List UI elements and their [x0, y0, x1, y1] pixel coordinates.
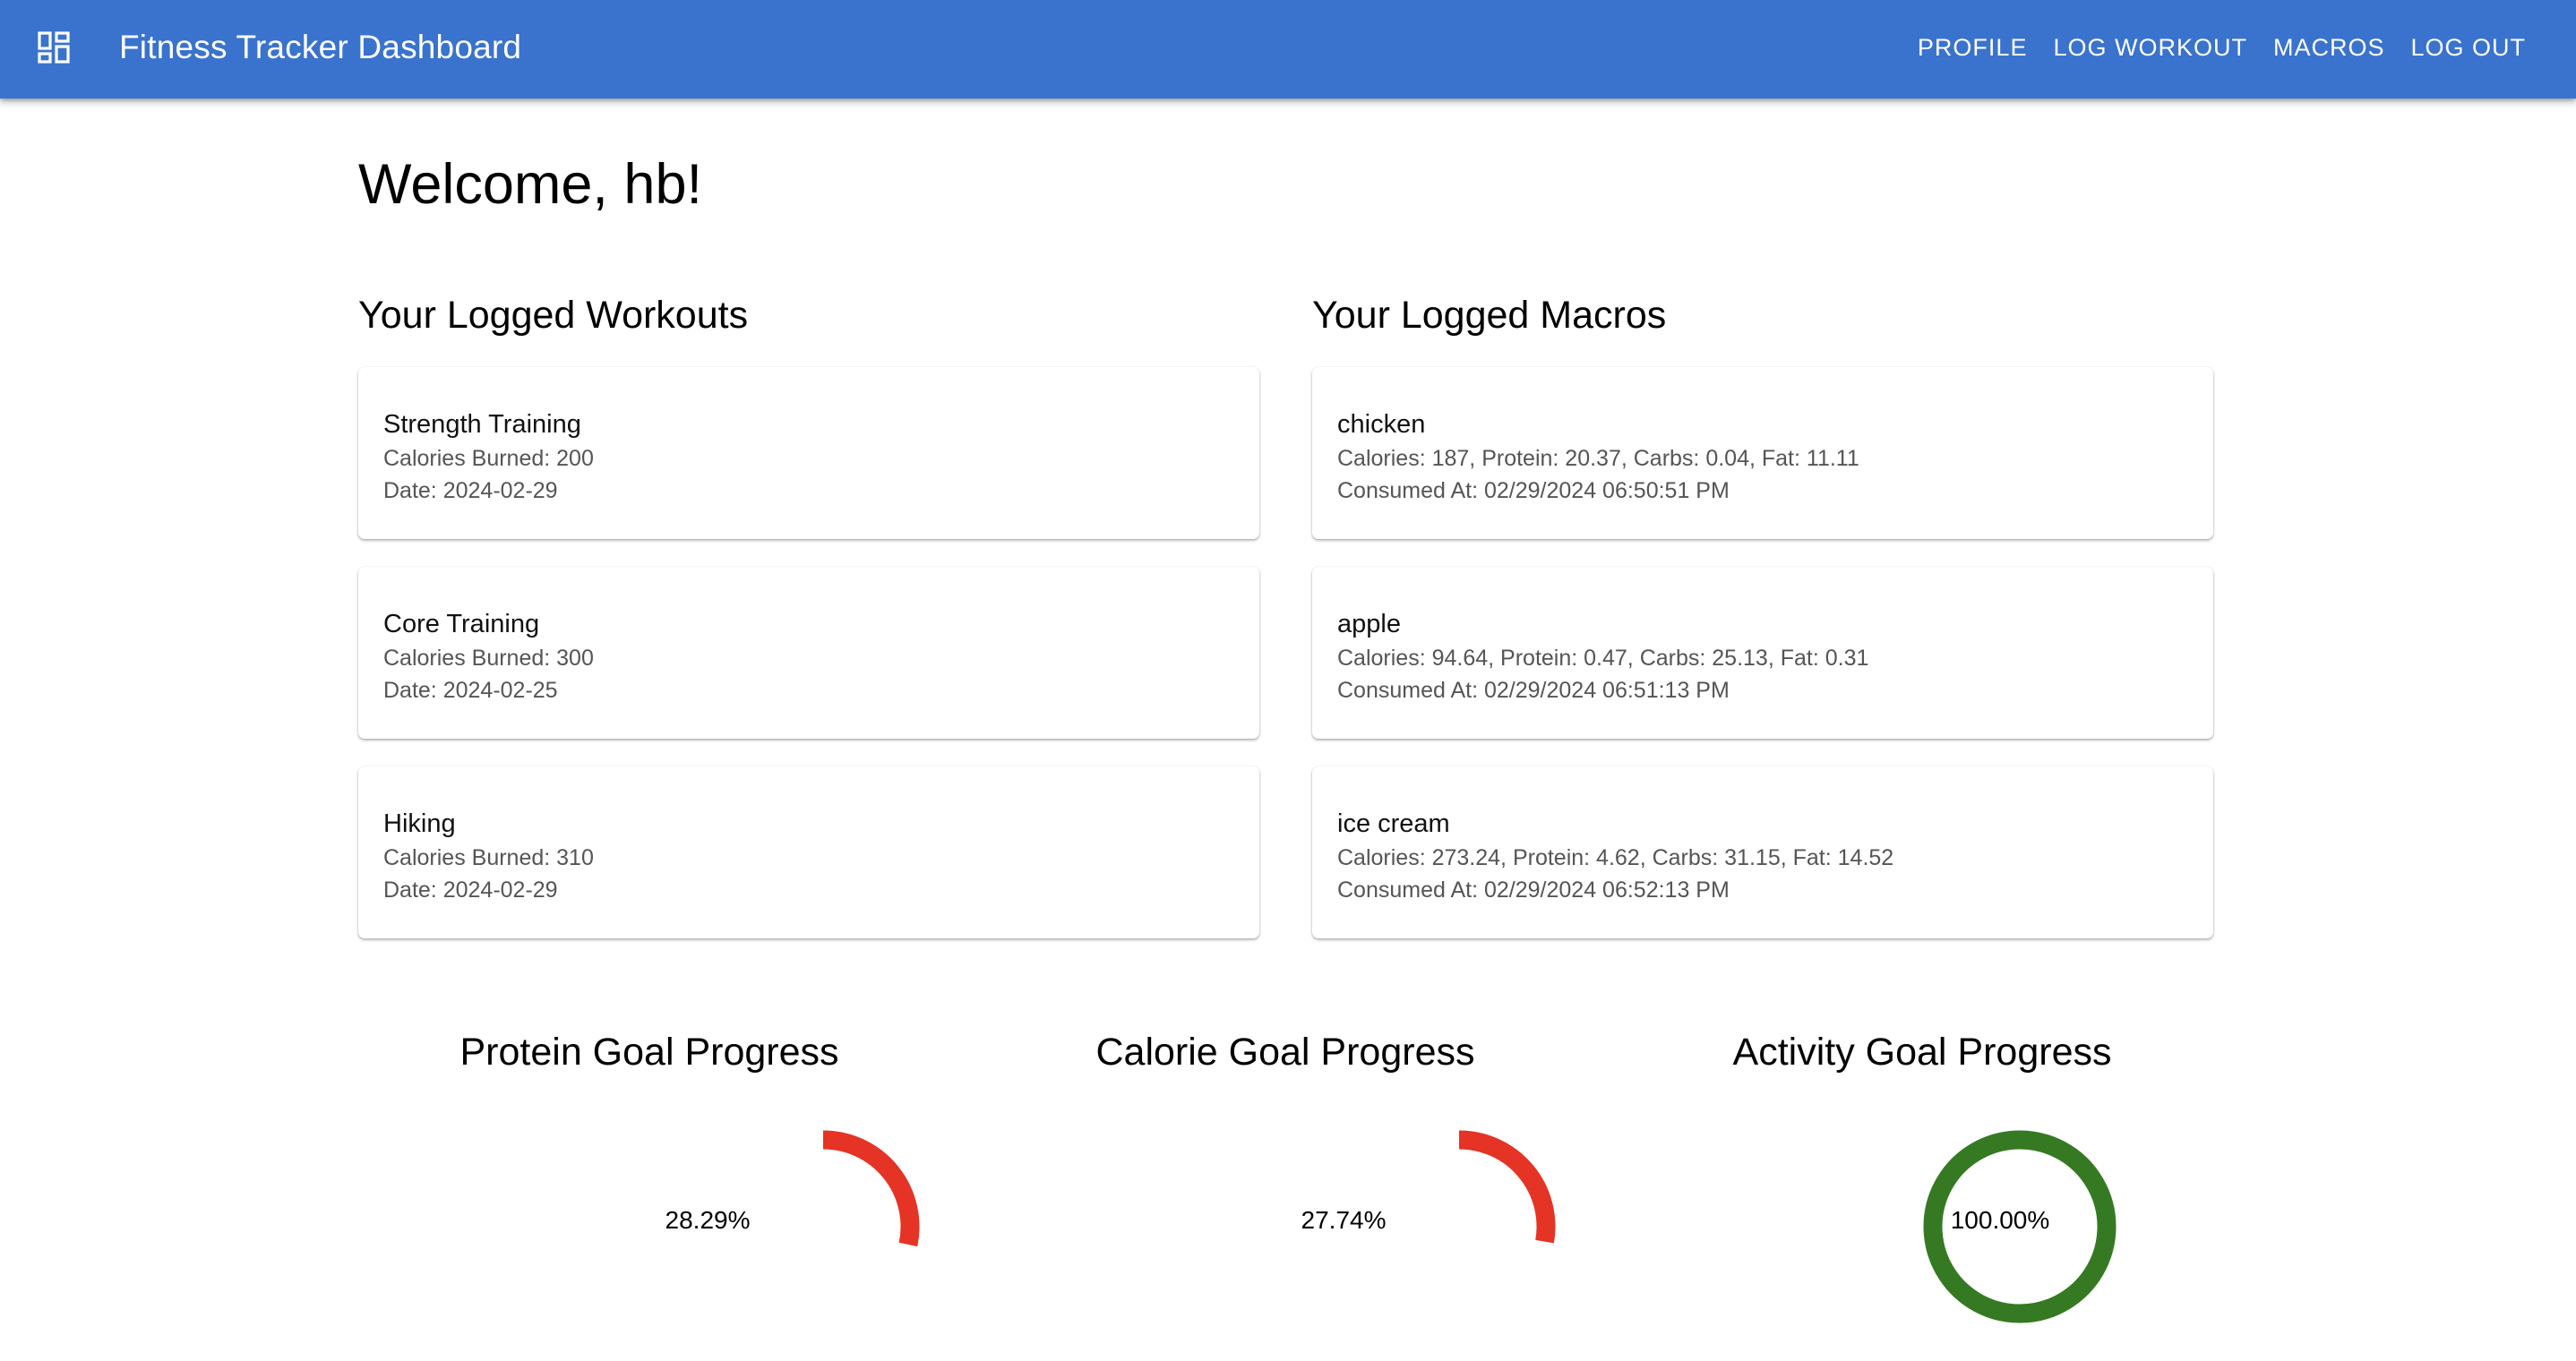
workout-calories: Calories Burned: 310 [383, 845, 594, 870]
macro-consumed-at: Consumed At: 02/29/2024 06:52:13 PM [1337, 877, 1730, 903]
macro-food-name: apple [1337, 610, 1401, 638]
workouts-section: Your Logged Workouts Strength Training C… [358, 288, 1259, 966]
macro-nutrition: Calories: 187, Protein: 20.37, Carbs: 0.… [1337, 446, 1859, 471]
macro-card: apple Calories: 94.64, Protein: 0.47, Ca… [1312, 567, 2213, 739]
workout-date: Date: 2024-02-29 [383, 478, 558, 503]
macros-title: Your Logged Macros [1312, 294, 1667, 337]
workout-card: Hiking Calories Burned: 310 Date: 2024-0… [358, 766, 1259, 938]
activity-progress-label: 100.00% [1950, 1206, 2050, 1234]
workout-calories: Calories Burned: 200 [383, 446, 594, 471]
nav-log-workout[interactable]: LOG WORKOUT [2053, 30, 2247, 64]
workout-name: Hiking [383, 809, 456, 838]
workout-card: Strength Training Calories Burned: 200 D… [358, 367, 1259, 539]
workout-name: Strength Training [383, 410, 581, 439]
workouts-title: Your Logged Workouts [358, 294, 749, 337]
workout-card: Core Training Calories Burned: 300 Date:… [358, 567, 1259, 739]
macro-food-name: chicken [1337, 410, 1426, 439]
nav-profile[interactable]: PROFILE [1918, 30, 2028, 64]
macro-consumed-at: Consumed At: 02/29/2024 06:51:13 PM [1337, 678, 1730, 703]
macro-consumed-at: Consumed At: 02/29/2024 06:50:51 PM [1337, 478, 1730, 503]
workout-date: Date: 2024-02-29 [383, 877, 558, 903]
activity-goal-title: Activity Goal Progress [1732, 1031, 2112, 1074]
app-bar: Fitness Tracker Dashboard PROFILE LOG WO… [0, 0, 2576, 98]
protein-progress-label: 28.29% [665, 1206, 751, 1234]
app-title: Fitness Tracker Dashboard [119, 29, 522, 65]
macro-card: ice cream Calories: 273.24, Protein: 4.6… [1312, 766, 2213, 938]
workout-date: Date: 2024-02-25 [383, 678, 558, 703]
macro-card: chicken Calories: 187, Protein: 20.37, C… [1312, 367, 2213, 539]
welcome-heading: Welcome, hb! [358, 153, 702, 216]
dashboard-grid-icon[interactable] [38, 31, 70, 64]
workout-calories: Calories Burned: 300 [383, 646, 594, 671]
protein-goal-title: Protein Goal Progress [459, 1031, 839, 1074]
macro-food-name: ice cream [1337, 809, 1450, 838]
macro-nutrition: Calories: 94.64, Protein: 0.47, Carbs: 2… [1337, 646, 1869, 671]
macros-section: Your Logged Macros chicken Calories: 187… [1312, 288, 2213, 966]
calorie-goal-title: Calorie Goal Progress [1095, 1031, 1475, 1074]
nav-log-out[interactable]: LOG OUT [2410, 30, 2526, 64]
nav-macros[interactable]: MACROS [2273, 30, 2385, 64]
calorie-progress-arc [1458, 1130, 1556, 1244]
workout-name: Core Training [383, 610, 540, 638]
protein-progress-arc [822, 1130, 920, 1247]
macro-nutrition: Calories: 273.24, Protein: 4.62, Carbs: … [1337, 845, 1894, 870]
top-nav: PROFILE LOG WORKOUT MACROS LOG OUT [1918, 30, 2526, 64]
calorie-progress-label: 27.74% [1301, 1206, 1387, 1234]
